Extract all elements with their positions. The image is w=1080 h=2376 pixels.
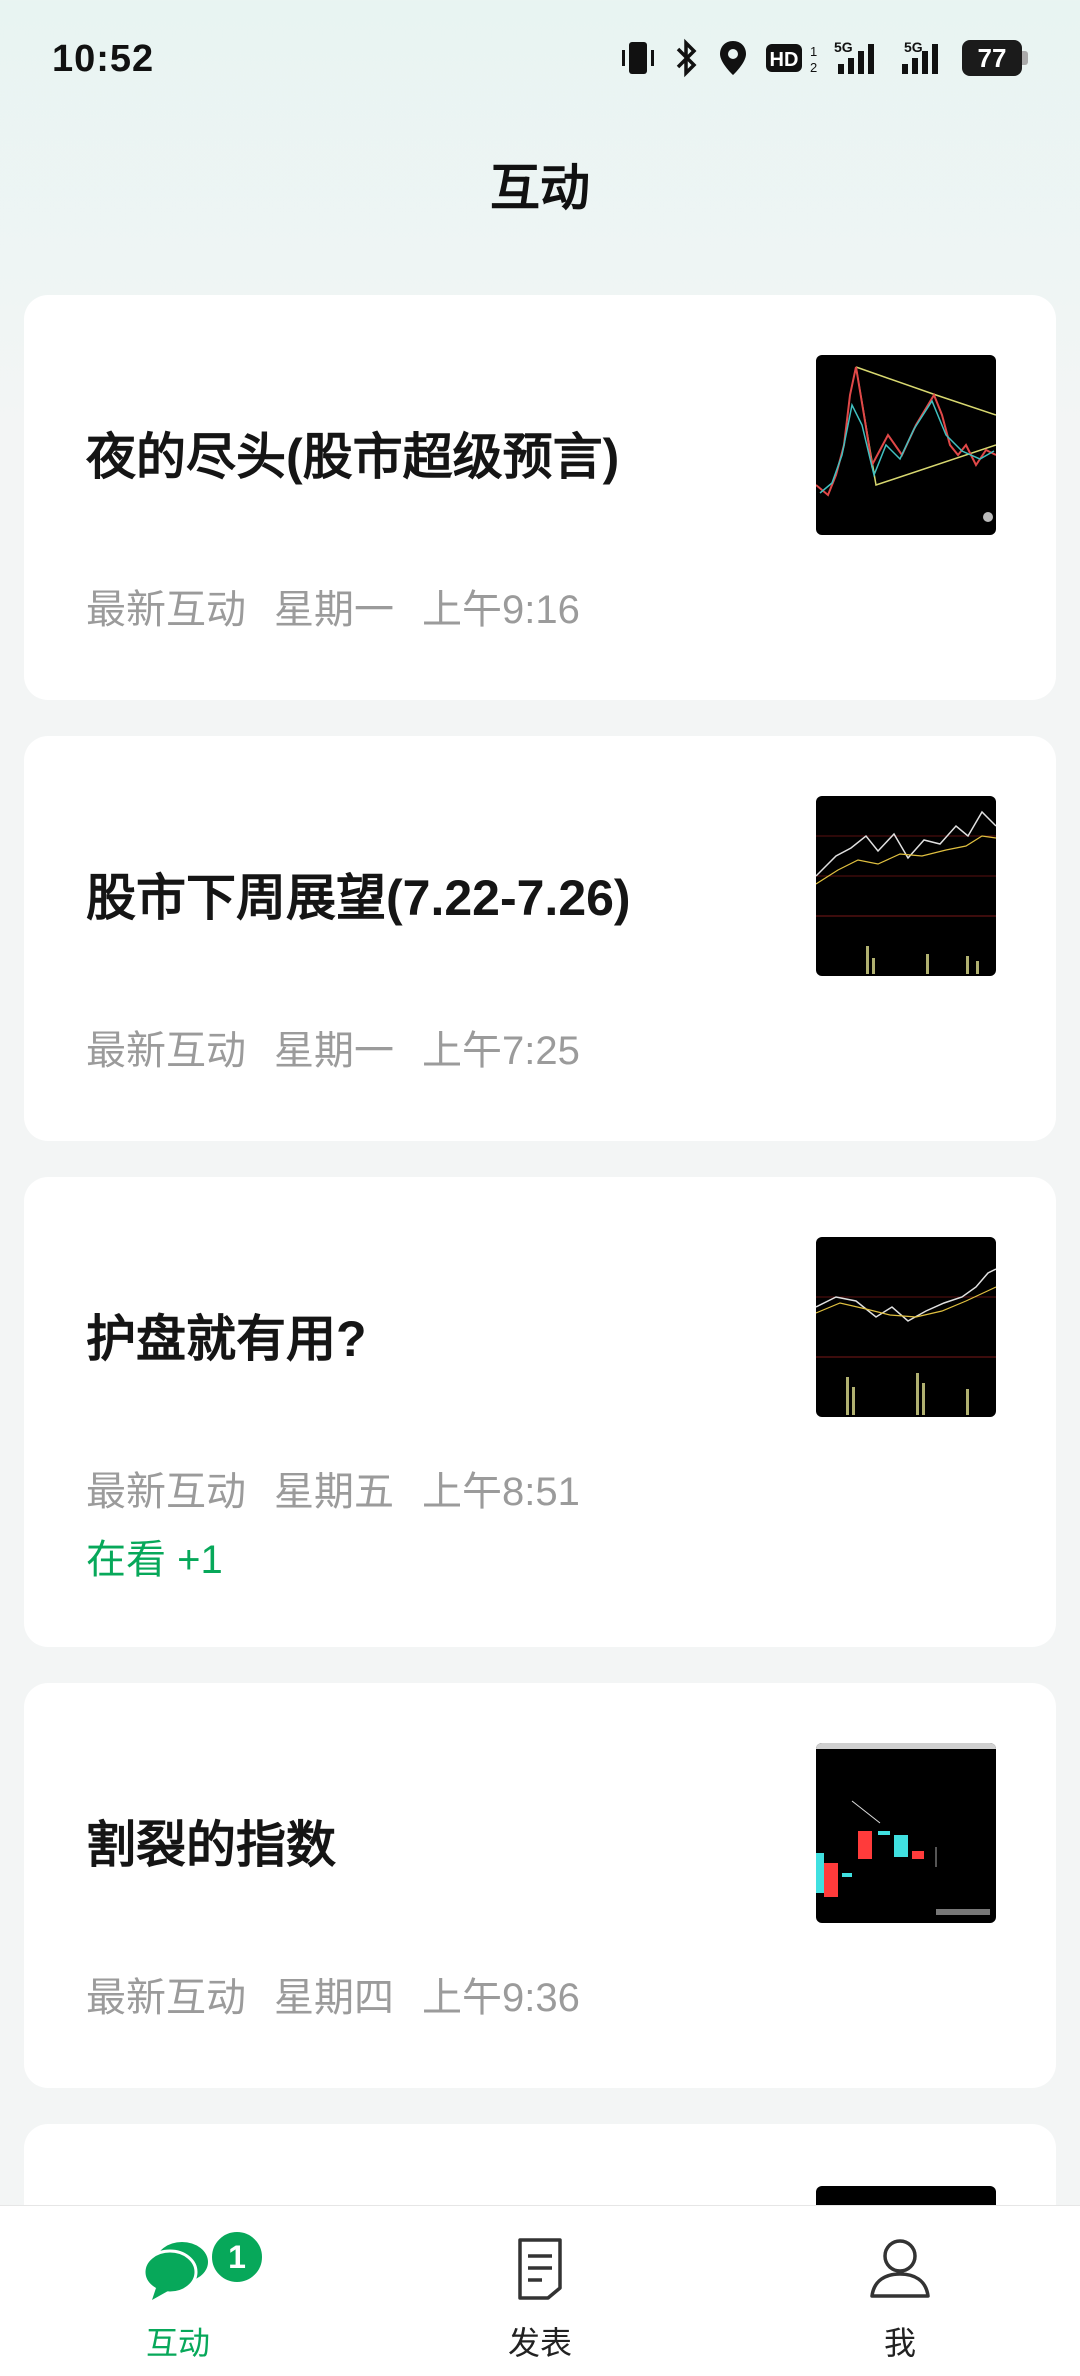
nav-tab-interaction[interactable]: 1 互动 (78, 2206, 278, 2376)
person-icon (866, 2236, 934, 2302)
bluetooth-icon (672, 38, 702, 78)
vibrate-icon (618, 38, 658, 78)
bottom-nav: 1 互动 发表 我 (0, 2205, 1080, 2376)
signal-5g-sim2-icon: 5G (898, 38, 948, 78)
meta-label: 最新互动 (86, 1029, 246, 1073)
svg-text:HD: HD (770, 49, 799, 71)
meta-label: 最新互动 (86, 588, 246, 632)
meta-day: 星期五 (274, 1470, 394, 1514)
nav-tab-me[interactable]: 我 (800, 2206, 1000, 2376)
article-title: 护盘就有用? (86, 1311, 367, 1367)
battery-icon: 77 (962, 40, 1028, 76)
page-title: 互动 (490, 160, 590, 216)
location-icon (716, 38, 750, 78)
nav-label: 发表 (507, 2325, 572, 2361)
svg-text:5G: 5G (834, 39, 853, 55)
signal-5g-sim1-icon: 5G (834, 38, 884, 78)
article-thumbnail (816, 796, 996, 976)
nav-label: 互动 (145, 2325, 210, 2361)
meta-day: 星期四 (274, 1976, 394, 2020)
notification-badge: 1 (208, 2228, 266, 2286)
status-time: 10:52 (52, 38, 155, 80)
svg-text:5G: 5G (904, 39, 923, 55)
status-bar: 10:52 HD 1 2 5G 5G 77 (0, 0, 1080, 120)
meta-time: 上午9:36 (422, 1976, 580, 2020)
article-card[interactable]: 割裂的指数 最新互动 星期四 上午9:36 (24, 1683, 1056, 2088)
hd-voice-icon: HD 1 2 (764, 38, 820, 78)
meta-day: 星期一 (274, 588, 394, 632)
meta-label: 最新互动 (86, 1976, 246, 2020)
svg-text:2: 2 (810, 60, 817, 75)
article-title: 夜的尽头(股市超级预言) (86, 429, 620, 485)
article-card[interactable]: 夜的尽头(股市超级预言) 最新互动 星期一 上午9:16 (24, 295, 1056, 700)
article-meta: 最新互动 星期一 上午7:25 (86, 1018, 608, 1076)
meta-time: 上午8:51 (422, 1470, 580, 1514)
article-meta: 最新互动 星期四 上午9:36 (86, 1965, 608, 2023)
meta-label: 最新互动 (86, 1470, 246, 1514)
meta-time: 上午9:16 (422, 588, 580, 632)
chat-bubbles-icon (142, 2236, 212, 2302)
article-meta: 最新互动 星期一 上午9:16 (86, 577, 608, 635)
article-title: 割裂的指数 (86, 1817, 336, 1873)
article-meta: 最新互动 星期五 上午8:51 (86, 1459, 608, 1517)
status-icons: HD 1 2 5G 5G 77 (618, 36, 1028, 80)
meta-day: 星期一 (274, 1029, 394, 1073)
meta-time: 上午7:25 (422, 1029, 580, 1073)
article-thumbnail (816, 1743, 996, 1923)
nav-label: 我 (883, 2325, 916, 2361)
article-thumbnail (816, 1237, 996, 1417)
nav-tab-publish[interactable]: 发表 (440, 2206, 640, 2376)
article-card[interactable]: 股市下周展望(7.22-7.26) 最新互动 星期一 上午7:25 (24, 736, 1056, 1141)
document-icon (506, 2236, 574, 2302)
article-title: 股市下周展望(7.22-7.26) (86, 870, 631, 926)
article-thumbnail (816, 355, 996, 535)
battery-level: 77 (977, 43, 1007, 73)
svg-text:1: 1 (810, 44, 817, 59)
article-card[interactable]: 护盘就有用? 最新互动 星期五 上午8:51 在看 +1 (24, 1177, 1056, 1647)
watching-count: 在看 +1 (86, 1538, 223, 1582)
